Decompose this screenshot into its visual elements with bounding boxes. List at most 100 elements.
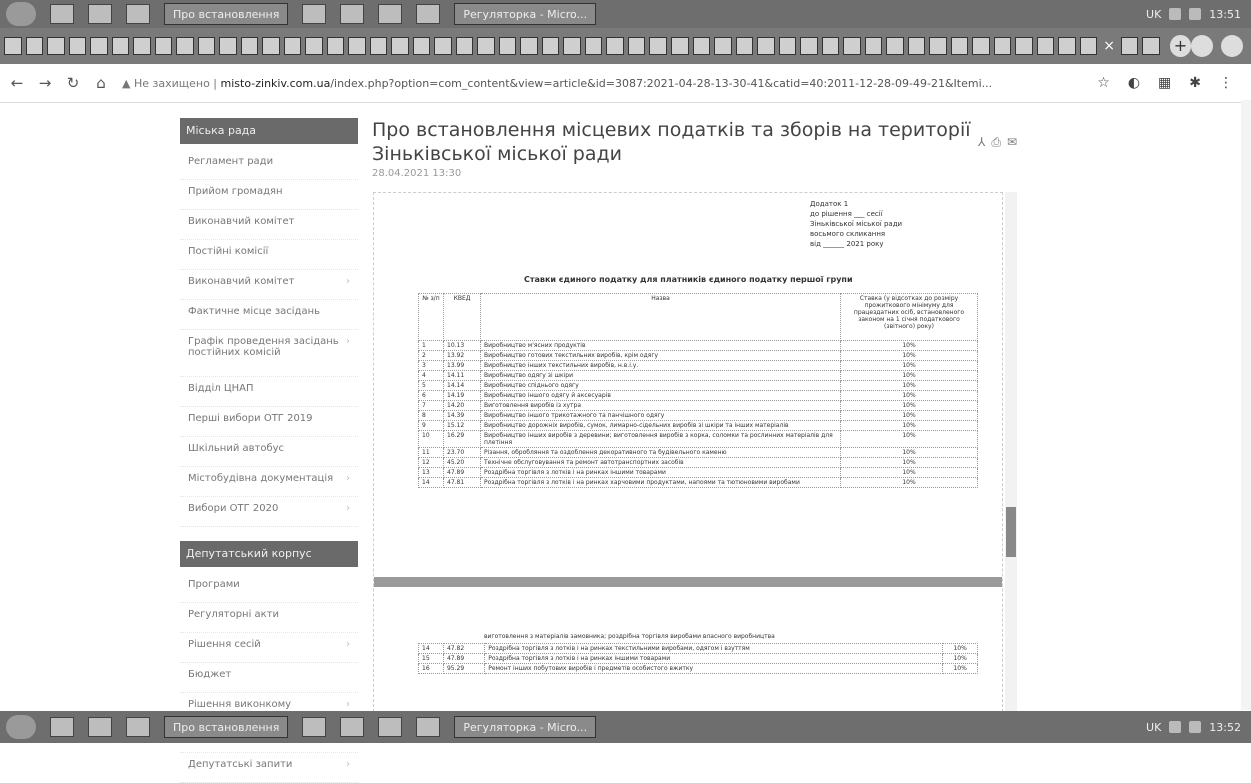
tab-favicon[interactable] [778, 37, 797, 55]
tab-favicon[interactable] [821, 37, 840, 55]
sidebar-item[interactable]: Рішення сесій › [180, 633, 358, 663]
pdf-icon[interactable]: ⅄ [978, 135, 985, 150]
language-indicator[interactable]: UK [1146, 721, 1161, 734]
app-icon-2[interactable] [126, 717, 150, 737]
tab-favicon[interactable] [541, 37, 560, 55]
sidebar-item[interactable]: Прийом громадян [180, 180, 358, 210]
tab-favicon[interactable] [950, 37, 969, 55]
tab-favicon[interactable] [154, 37, 173, 55]
extension-icon-2[interactable]: ▦ [1158, 75, 1171, 91]
tab-favicon[interactable] [864, 37, 883, 55]
tab-favicon[interactable] [326, 37, 345, 55]
sidebar-item[interactable]: Виконавчий комітет [180, 210, 358, 240]
network-icon[interactable] [1169, 721, 1182, 733]
taskbar-window-browser[interactable]: Про встановлення [164, 3, 289, 25]
tab-favicon[interactable] [391, 37, 409, 55]
tab-favicon[interactable] [886, 37, 904, 55]
app-icon-2[interactable] [126, 4, 150, 24]
sidebar-item[interactable]: Відділ ЦНАП [180, 377, 358, 407]
search-icon[interactable] [302, 4, 327, 24]
tab-favicon[interactable] [714, 37, 732, 55]
tab-favicon[interactable] [369, 37, 388, 55]
app-icon[interactable] [88, 717, 112, 737]
tab-favicon[interactable] [262, 37, 280, 55]
sidebar-item[interactable]: Шкільний автобус [180, 437, 358, 467]
edge-icon[interactable] [378, 4, 403, 24]
tab-favicon[interactable] [4, 37, 22, 55]
page-scrollbar[interactable] [1241, 100, 1251, 710]
tab-favicon[interactable] [111, 37, 130, 55]
scrollbar-thumb[interactable] [1006, 507, 1016, 557]
sidebar-item[interactable]: Регламент ради [180, 150, 358, 180]
profile-icon[interactable] [1191, 35, 1214, 57]
tab-favicon[interactable] [348, 37, 366, 55]
sidebar-item[interactable]: Виконавчий комітет › [180, 270, 358, 300]
tab-favicon[interactable] [240, 37, 259, 55]
taskbar-window-word[interactable]: Регуляторка - Micro... [454, 3, 597, 25]
sidebar-item[interactable]: Програми [180, 573, 358, 603]
sidebar-item[interactable]: Містобудівна документація › [180, 467, 358, 497]
tab-favicon[interactable] [800, 37, 818, 55]
tab-favicon[interactable] [757, 37, 775, 55]
taskbar-window-browser[interactable]: Про встановлення [164, 716, 289, 738]
tab-favicon[interactable] [670, 37, 689, 55]
bookmark-star-icon[interactable]: ☆ [1097, 75, 1110, 91]
tab-favicon[interactable] [907, 37, 926, 55]
sidebar-item[interactable]: Вибори ОТГ 2020 › [180, 497, 358, 527]
tab-favicon[interactable] [477, 37, 495, 55]
tab-favicon[interactable] [25, 37, 44, 55]
tab-favicon[interactable] [68, 37, 87, 55]
tab-favicon[interactable] [133, 37, 151, 55]
tab-favicon[interactable] [1015, 37, 1033, 55]
tab-favicon[interactable] [47, 37, 65, 55]
sidebar-item[interactable]: Перші вибори ОТГ 2019 [180, 407, 358, 437]
tab-favicon[interactable] [90, 37, 108, 55]
tab-favicon[interactable] [1058, 37, 1076, 55]
tab-favicon[interactable] [993, 37, 1012, 55]
clock[interactable]: 13:52 [1209, 721, 1241, 734]
tab-favicon[interactable] [649, 37, 667, 55]
language-indicator[interactable]: UK [1146, 8, 1161, 21]
sidebar-item[interactable]: Регуляторні акти [180, 603, 358, 633]
tab-favicon[interactable] [735, 37, 754, 55]
tab-favicon[interactable] [563, 37, 581, 55]
app-icon[interactable] [88, 4, 112, 24]
tab-favicon[interactable] [219, 37, 237, 55]
app-icon-3[interactable] [416, 717, 441, 737]
chrome-icon[interactable] [340, 717, 365, 737]
email-icon[interactable]: ✉ [1007, 135, 1017, 150]
tab-favicon[interactable] [1036, 37, 1055, 55]
print-icon[interactable]: ⎙ [991, 135, 1001, 150]
tab-favicon[interactable] [1079, 37, 1098, 55]
tab-favicon[interactable] [692, 37, 711, 55]
tab-favicon[interactable] [843, 37, 861, 55]
tab-favicon[interactable] [498, 37, 517, 55]
tab-favicon[interactable] [305, 37, 323, 55]
tab-favicon[interactable] [197, 37, 216, 55]
chrome-icon[interactable] [340, 4, 365, 24]
back-icon[interactable]: ← [6, 74, 28, 92]
edge-icon[interactable] [378, 717, 403, 737]
forward-icon[interactable]: → [34, 74, 56, 92]
start-button[interactable] [6, 2, 36, 26]
sidebar-item[interactable]: Депутатські запити › [180, 753, 358, 783]
sidebar-item[interactable]: Графік проведення засідань постійних ком… [180, 330, 358, 377]
tab-favicon[interactable] [1142, 37, 1160, 55]
tab-favicon[interactable] [455, 37, 474, 55]
explorer-icon[interactable] [50, 717, 74, 737]
puzzle-icon[interactable]: ✱ [1189, 75, 1201, 91]
tab-favicon[interactable] [176, 37, 194, 55]
sidebar-item[interactable]: Бюджет [180, 663, 358, 693]
volume-icon[interactable] [1189, 8, 1202, 20]
start-button[interactable] [6, 715, 36, 739]
search-icon[interactable] [302, 717, 327, 737]
close-tab-icon[interactable]: × [1101, 38, 1117, 54]
tab-favicon[interactable] [627, 37, 646, 55]
app-icon-3[interactable] [416, 4, 441, 24]
new-tab-button[interactable]: + [1169, 35, 1192, 57]
document-scrollbar[interactable] [1005, 192, 1017, 712]
tab-favicon[interactable] [929, 37, 947, 55]
reload-icon[interactable]: ↻ [62, 74, 84, 92]
url-field[interactable]: ▲ Не захищено | misto-zinkiv.com.ua/inde… [122, 77, 1002, 90]
tab-favicon[interactable] [412, 37, 431, 55]
